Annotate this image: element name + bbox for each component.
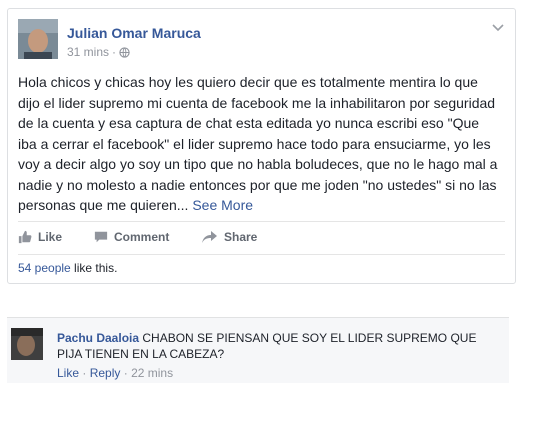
comment-label: Comment bbox=[114, 230, 170, 244]
thumbs-up-icon bbox=[18, 230, 32, 244]
post-card: Julian Omar Maruca 31 mins · Hola chicos… bbox=[7, 8, 516, 284]
share-label: Share bbox=[224, 230, 258, 244]
globe-icon[interactable] bbox=[119, 46, 130, 58]
like-label: Like bbox=[38, 230, 63, 244]
comment-text: Pachu Daaloia CHABON SE PIENSAN QUE SOY … bbox=[57, 330, 487, 362]
chevron-down-icon[interactable] bbox=[491, 23, 505, 33]
post-text-content: Hola chicos y chicas hoy les quiero deci… bbox=[18, 74, 498, 213]
comment-bubble-icon bbox=[94, 231, 108, 243]
comment-like-link[interactable]: Like bbox=[57, 366, 79, 380]
see-more-link[interactable]: See More bbox=[192, 197, 253, 213]
comment-meta: Like · Reply · 22 mins bbox=[57, 366, 173, 380]
comment-meta-separator: · bbox=[82, 366, 87, 380]
comment-item: Pachu Daaloia CHABON SE PIENSAN QUE SOY … bbox=[7, 317, 509, 383]
meta-separator: · bbox=[112, 45, 117, 59]
likes-count-link[interactable]: 54 people bbox=[18, 261, 71, 275]
comment-button[interactable]: Comment bbox=[94, 230, 169, 244]
post-actions-bar: Like Comment Share bbox=[18, 221, 505, 255]
commenter-avatar[interactable] bbox=[11, 328, 43, 360]
post-time[interactable]: 31 mins bbox=[67, 45, 109, 59]
likes-summary: 54 people like this. bbox=[18, 261, 117, 275]
post-author-name[interactable]: Julian Omar Maruca bbox=[67, 25, 201, 41]
like-button[interactable]: Like bbox=[18, 230, 62, 244]
post-text: Hola chicos y chicas hoy les quiero deci… bbox=[18, 72, 498, 216]
share-arrow-icon bbox=[202, 231, 217, 243]
likes-suffix: like this. bbox=[70, 261, 118, 275]
comment-meta-separator-2: · bbox=[123, 366, 128, 380]
comment-time[interactable]: 22 mins bbox=[131, 366, 173, 380]
comment-reply-link[interactable]: Reply bbox=[90, 366, 121, 380]
post-meta: 31 mins · bbox=[67, 45, 130, 59]
commenter-name[interactable]: Pachu Daaloia bbox=[57, 331, 139, 345]
author-avatar[interactable] bbox=[18, 19, 58, 59]
share-button[interactable]: Share bbox=[202, 230, 257, 244]
